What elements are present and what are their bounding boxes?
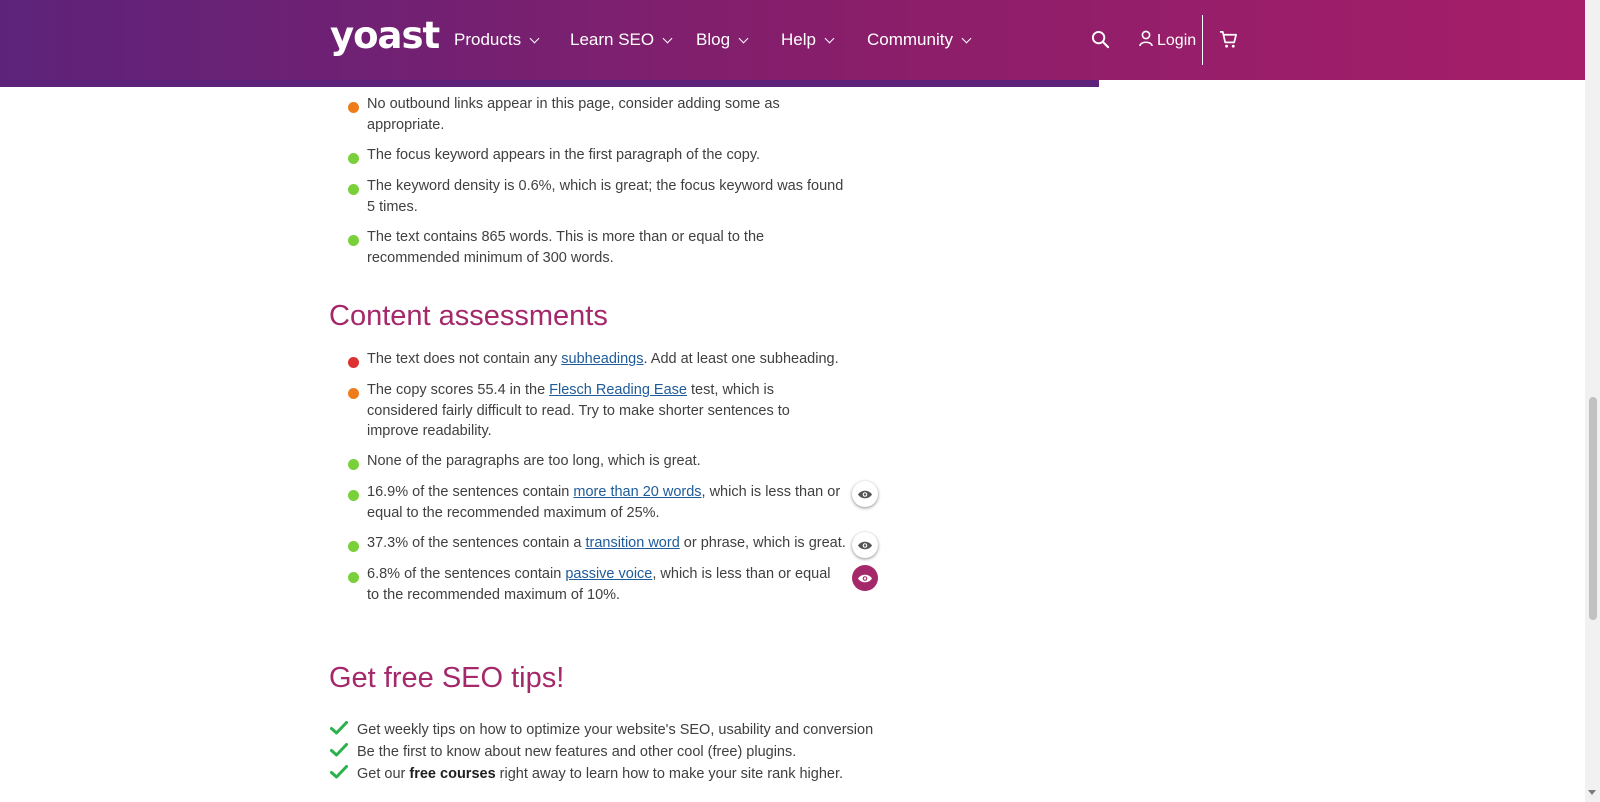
nav-help-label: Help — [781, 30, 816, 49]
scroll-down-arrow-icon[interactable] — [1588, 790, 1596, 795]
assessment-item: 37.3% of the sentences contain a transit… — [367, 533, 867, 554]
assessment-text: The text does not contain any — [367, 351, 562, 367]
status-dot-green — [348, 459, 359, 470]
highlight-eye-button[interactable] — [852, 532, 878, 558]
status-dot-green — [348, 184, 359, 195]
assessment-text: 6.8% of the sentences contain — [367, 566, 566, 582]
nav-community-label: Community — [867, 30, 953, 49]
status-dot-red — [348, 357, 359, 368]
assessment-item: The keyword density is 0.6%, which is gr… — [367, 178, 844, 215]
assessment-item: No outbound links appear in this page, c… — [367, 96, 780, 133]
more-than-20-words-link[interactable]: more than 20 words — [573, 484, 701, 500]
tip-text: Be the first to know about new features … — [357, 744, 797, 760]
flesch-reading-ease-link[interactable]: Flesch Reading Ease — [549, 382, 687, 398]
free-seo-tips-heading: Get free SEO tips! — [329, 662, 565, 694]
check-icon — [330, 765, 348, 783]
eye-icon — [858, 490, 872, 498]
nav-help[interactable]: Help — [781, 30, 835, 50]
status-dot-green — [348, 153, 359, 164]
assessment-item: The text contains 865 words. This is mor… — [367, 229, 765, 266]
scrollbar-thumb[interactable] — [1589, 397, 1597, 620]
reading-progress-bar — [0, 80, 1099, 87]
passive-voice-link[interactable]: passive voice — [565, 566, 652, 582]
login-link[interactable]: Login — [1139, 30, 1196, 52]
nav-blog[interactable]: Blog — [696, 30, 749, 50]
chevron-down-icon — [529, 33, 540, 43]
nav-community[interactable]: Community — [867, 30, 972, 50]
assessment-item: The text does not contain any subheading… — [367, 349, 845, 370]
cart-icon[interactable] — [1219, 30, 1238, 54]
header-divider — [1202, 15, 1203, 65]
site-header: yoast Products Learn SEO Blog Help Commu… — [0, 0, 1585, 80]
yoast-logo[interactable]: yoast — [330, 14, 440, 57]
subheadings-link[interactable]: subheadings — [561, 351, 643, 367]
assessment-item: 16.9% of the sentences contain more than… — [367, 482, 845, 523]
assessment-text: The copy scores 55.4 in the — [367, 382, 550, 398]
tip-item: Be the first to know about new features … — [330, 743, 796, 761]
user-icon — [1139, 30, 1153, 52]
chevron-down-icon — [961, 33, 972, 43]
tip-item: Get weekly tips on how to optimize your … — [330, 721, 873, 739]
eye-icon — [858, 541, 872, 549]
status-dot-green — [348, 235, 359, 246]
chevron-down-icon — [824, 33, 835, 43]
assessment-item: The copy scores 55.4 in the Flesch Readi… — [367, 380, 845, 442]
assessment-item: The focus keyword appears in the first p… — [367, 147, 761, 163]
status-dot-orange — [348, 102, 359, 113]
status-dot-orange — [348, 388, 359, 399]
assessment-item: None of the paragraphs are too long, whi… — [367, 453, 701, 469]
highlight-eye-button-active[interactable] — [852, 565, 878, 591]
transition-word-link[interactable]: transition word — [585, 535, 679, 551]
assessment-text: . Add at least one subheading. — [643, 351, 839, 367]
chevron-down-icon — [738, 33, 749, 43]
nav-learn-seo[interactable]: Learn SEO — [570, 30, 673, 50]
status-dot-green — [348, 572, 359, 583]
search-icon[interactable] — [1091, 30, 1110, 54]
status-dot-green — [348, 541, 359, 552]
login-label: Login — [1157, 32, 1197, 49]
status-dot-green — [348, 490, 359, 501]
content-assessments-heading: Content assessments — [329, 300, 608, 332]
nav-products[interactable]: Products — [454, 30, 540, 50]
tip-item: Get our free courses right away to learn… — [330, 765, 843, 783]
assessment-item: 6.8% of the sentences contain passive vo… — [367, 564, 845, 605]
tip-text: Get our free courses right away to learn… — [357, 766, 844, 782]
highlight-eye-button[interactable] — [852, 481, 878, 507]
assessment-text: 37.3% of the sentences contain a — [367, 535, 586, 551]
eye-icon — [858, 574, 872, 582]
tip-text: Get weekly tips on how to optimize your … — [357, 722, 874, 738]
check-icon — [330, 721, 348, 739]
check-icon — [330, 743, 348, 761]
nav-blog-label: Blog — [696, 30, 731, 49]
chevron-down-icon — [662, 33, 673, 43]
assessment-text: or phrase, which is great. — [679, 535, 846, 551]
nav-learn-seo-label: Learn SEO — [570, 30, 655, 49]
assessment-text: 16.9% of the sentences contain — [367, 484, 574, 500]
nav-products-label: Products — [454, 30, 522, 49]
